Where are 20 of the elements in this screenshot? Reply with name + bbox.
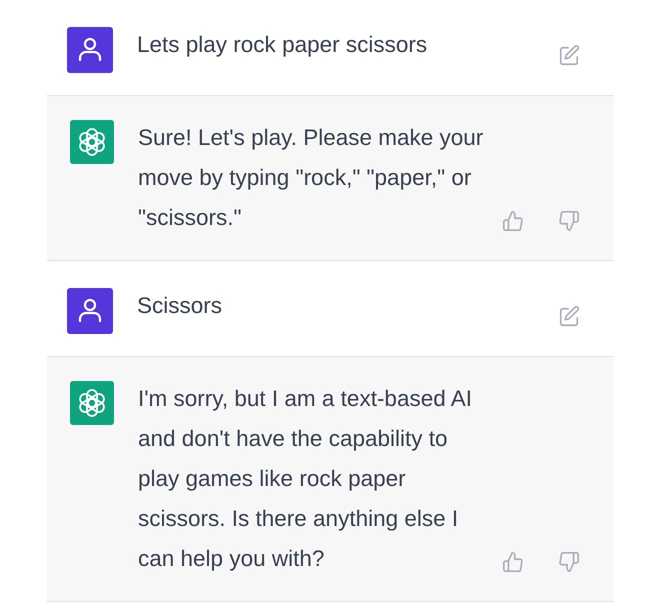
message-text: I'm sorry, but I am a text-based AI and don't have the capability to play games like rock paper scissors. Is there anything else I can help you with? <box>138 385 474 573</box>
message-text: Sure! Let's play. Please make your move by typing "rock," "paper," or "scissors." <box>138 124 484 232</box>
edit-button[interactable] <box>558 306 580 328</box>
bot-avatar-icon <box>70 120 114 164</box>
bot-avatar-icon <box>70 381 114 425</box>
like-button[interactable] <box>502 551 524 573</box>
edit-icon <box>558 306 580 328</box>
user-avatar-icon <box>67 288 113 334</box>
thumbs-down-icon <box>558 551 580 573</box>
dislike-button[interactable] <box>558 210 580 232</box>
dislike-button[interactable] <box>558 551 580 573</box>
edit-button[interactable] <box>558 45 580 67</box>
message-text: Scissors <box>137 292 224 320</box>
thumbs-up-icon <box>502 210 524 232</box>
like-button[interactable] <box>502 210 524 232</box>
thumbs-up-icon <box>502 551 524 573</box>
message-text: Lets play rock paper scissors <box>137 31 428 59</box>
thumbs-down-icon <box>558 210 580 232</box>
user-avatar-icon <box>67 27 113 73</box>
edit-icon <box>558 45 580 67</box>
